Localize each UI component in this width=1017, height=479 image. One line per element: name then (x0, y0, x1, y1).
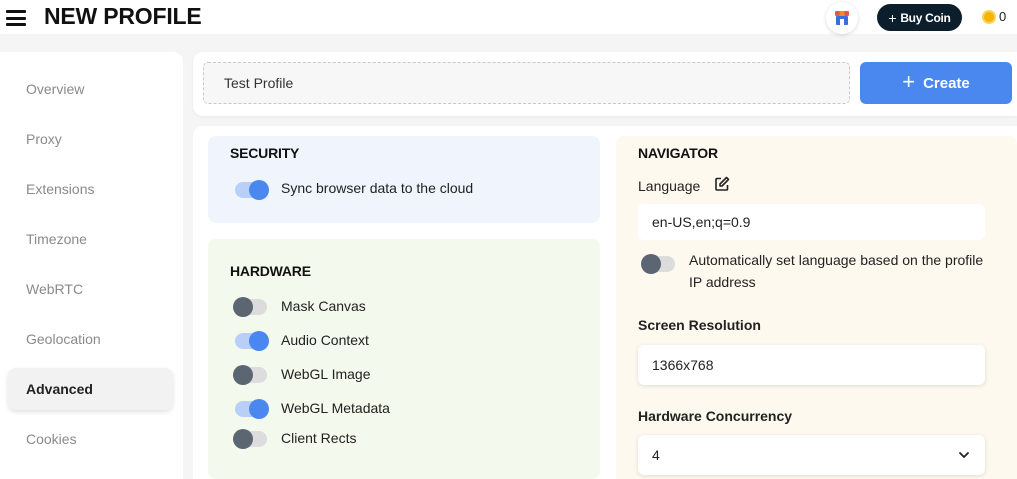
profile-name-bar: + Create (193, 52, 1017, 116)
webgl-metadata-label: WebGL Metadata (281, 400, 390, 416)
hardware-concurrency-select[interactable]: 4 (638, 435, 985, 475)
sidebar-item-proxy[interactable]: Proxy (8, 118, 173, 160)
profile-name-input[interactable] (203, 62, 850, 104)
hardware-title: HARDWARE (230, 263, 311, 279)
security-title: SECURITY (230, 145, 300, 161)
auto-language-label: Automatically set language based on the … (689, 252, 984, 290)
audio-context-label: Audio Context (281, 332, 369, 348)
sync-browser-label: Sync browser data to the cloud (281, 180, 474, 196)
mask-canvas-toggle[interactable] (233, 297, 267, 317)
screen-resolution-input[interactable] (638, 345, 985, 385)
language-input[interactable] (638, 204, 985, 240)
audio-context-toggle[interactable] (235, 331, 269, 351)
hardware-panel: HARDWARE Mask Canvas Audio Context WebGL… (208, 239, 600, 479)
auto-language-toggle[interactable] (641, 254, 675, 274)
advanced-settings: SECURITY Sync browser data to the cloud … (193, 126, 1017, 479)
sync-browser-toggle[interactable] (235, 180, 269, 200)
coin-balance-value: 0 (999, 9, 1007, 24)
sidebar-item-timezone[interactable]: Timezone (8, 218, 173, 260)
hardware-concurrency-value: 4 (652, 447, 660, 463)
webgl-metadata-toggle[interactable] (235, 399, 269, 419)
top-bar: NEW PROFILE + Buy Coin 0 (0, 0, 1017, 34)
buy-coin-label: Buy Coin (900, 10, 951, 25)
hamburger-menu-icon[interactable] (6, 10, 26, 26)
sidebar-item-cookies[interactable]: Cookies (8, 418, 173, 460)
language-label: Language (638, 178, 701, 194)
screen-resolution-label: Screen Resolution (638, 317, 761, 333)
store-button[interactable] (826, 2, 858, 34)
edit-icon[interactable] (714, 176, 730, 192)
buy-coin-button[interactable]: + Buy Coin (877, 4, 962, 31)
sidebar-item-geolocation[interactable]: Geolocation (8, 318, 173, 360)
webgl-image-label: WebGL Image (281, 366, 371, 382)
plus-icon: + (902, 69, 916, 94)
hardware-concurrency-label: Hardware Concurrency (638, 408, 793, 424)
coin-balance: 0 (982, 9, 1006, 24)
coin-icon (982, 9, 996, 24)
sidebar: Overview Proxy Extensions Timezone WebRT… (0, 52, 183, 479)
sidebar-item-advanced[interactable]: Advanced (8, 368, 173, 410)
sidebar-item-extensions[interactable]: Extensions (8, 168, 173, 210)
create-label: Create (923, 74, 970, 92)
mask-canvas-label: Mask Canvas (281, 298, 366, 314)
chevron-down-icon (959, 452, 969, 458)
page-title: NEW PROFILE (44, 3, 202, 29)
sidebar-item-overview[interactable]: Overview (8, 68, 173, 110)
client-rects-toggle[interactable] (233, 429, 267, 449)
create-button[interactable]: + Create (860, 62, 1012, 104)
security-panel: SECURITY Sync browser data to the cloud (208, 136, 600, 223)
plus-icon: + (888, 9, 897, 26)
webgl-image-toggle[interactable] (233, 365, 267, 385)
store-icon (835, 11, 849, 25)
sidebar-item-webrtc[interactable]: WebRTC (8, 268, 173, 310)
navigator-panel: NAVIGATOR Language Automatically set lan… (616, 136, 1017, 479)
navigator-title: NAVIGATOR (638, 145, 718, 161)
client-rects-label: Client Rects (281, 430, 357, 446)
